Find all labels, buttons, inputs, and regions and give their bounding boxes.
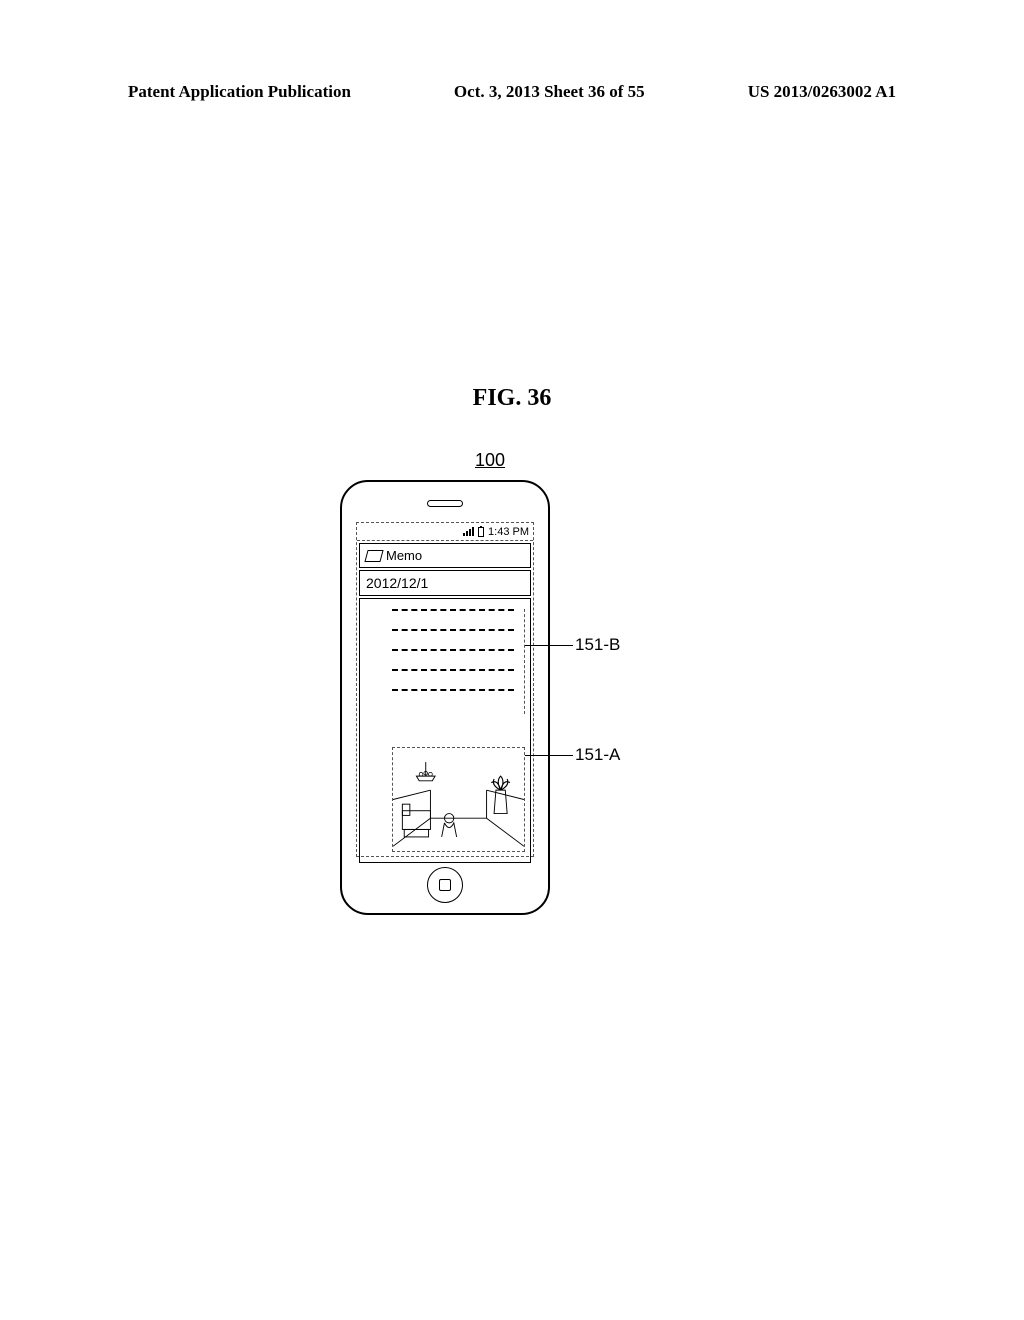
status-time: 1:43 PM bbox=[488, 526, 529, 538]
room-illustration bbox=[393, 748, 524, 851]
phone-body: 1:43 PM Memo 2012/12/1 bbox=[340, 480, 550, 915]
leader-line bbox=[525, 755, 573, 756]
status-bar: 1:43 PM bbox=[357, 523, 533, 541]
figure-title: FIG. 36 bbox=[0, 385, 1024, 412]
home-button-icon bbox=[439, 879, 451, 891]
signal-icon bbox=[463, 527, 474, 536]
reference-number-image-area: 151-A bbox=[575, 745, 620, 765]
memo-image-area bbox=[392, 747, 525, 852]
reference-number-device: 100 bbox=[475, 450, 505, 471]
header-sheet-info: Oct. 3, 2013 Sheet 36 of 55 bbox=[454, 82, 645, 102]
text-line bbox=[392, 689, 514, 691]
text-line bbox=[392, 629, 514, 631]
text-line bbox=[392, 649, 514, 651]
phone-screen: 1:43 PM Memo 2012/12/1 bbox=[356, 522, 534, 857]
text-line bbox=[392, 669, 514, 671]
header-publication-number: US 2013/0263002 A1 bbox=[748, 82, 896, 102]
phone-speaker bbox=[427, 500, 463, 507]
home-button bbox=[427, 867, 463, 903]
app-title: Memo bbox=[386, 548, 422, 563]
page-header: Patent Application Publication Oct. 3, 2… bbox=[128, 82, 896, 102]
header-publication-type: Patent Application Publication bbox=[128, 82, 351, 102]
pencil-icon bbox=[364, 550, 383, 562]
memo-date: 2012/12/1 bbox=[359, 570, 531, 596]
memo-text-area bbox=[392, 609, 525, 714]
text-line bbox=[392, 609, 514, 611]
leader-line bbox=[525, 645, 573, 646]
app-header: Memo bbox=[359, 543, 531, 568]
phone-device: 1:43 PM Memo 2012/12/1 bbox=[340, 480, 550, 915]
memo-content bbox=[359, 598, 531, 863]
battery-icon bbox=[478, 527, 484, 537]
reference-number-text-area: 151-B bbox=[575, 635, 620, 655]
